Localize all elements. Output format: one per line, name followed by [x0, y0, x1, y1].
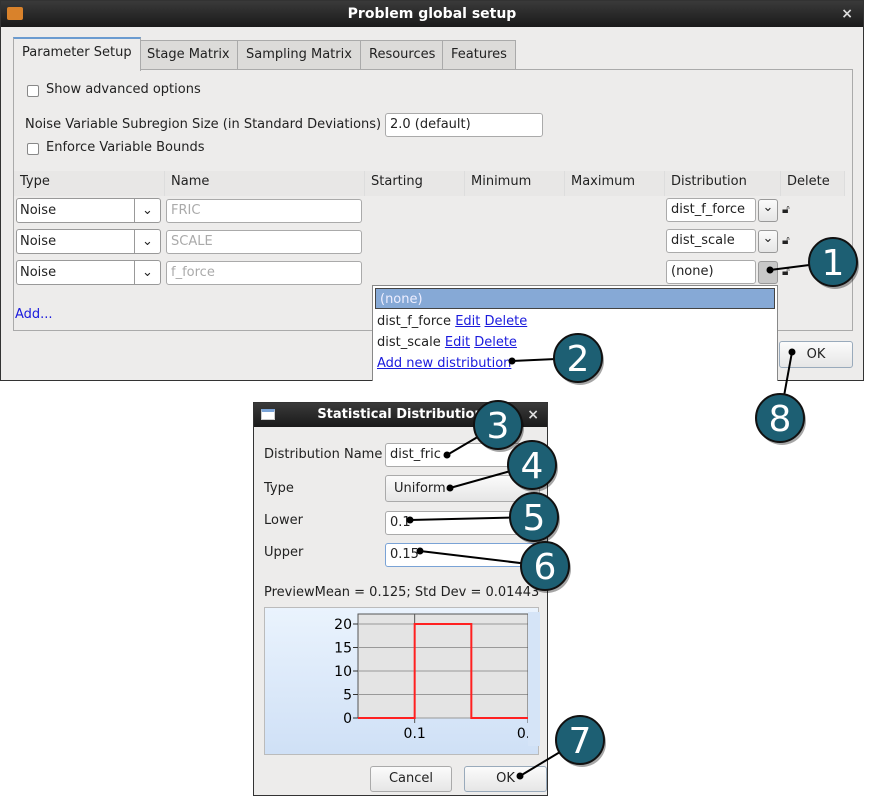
callout-dot [788, 348, 796, 356]
callout-dot [508, 357, 516, 365]
callout-dot [406, 516, 414, 524]
callout-number: 4 [521, 446, 544, 487]
callout-dot [443, 451, 451, 459]
callout-dot [446, 484, 454, 492]
callout-number: 2 [567, 339, 590, 380]
tab-parameter-setup[interactable]: Parameter Setup [13, 37, 141, 71]
callout-layer: 1 2 34 5 6 7 8 [406, 237, 859, 780]
callout-number: 7 [569, 721, 592, 762]
callout-number: 3 [487, 406, 510, 447]
callout-number: 6 [534, 547, 557, 588]
callout-number: 8 [769, 399, 792, 440]
callout-number: 1 [822, 243, 845, 284]
callout-dot [416, 547, 424, 555]
callout-number: 5 [523, 498, 546, 539]
callout-dot [766, 266, 774, 274]
callout-dot [516, 772, 524, 780]
